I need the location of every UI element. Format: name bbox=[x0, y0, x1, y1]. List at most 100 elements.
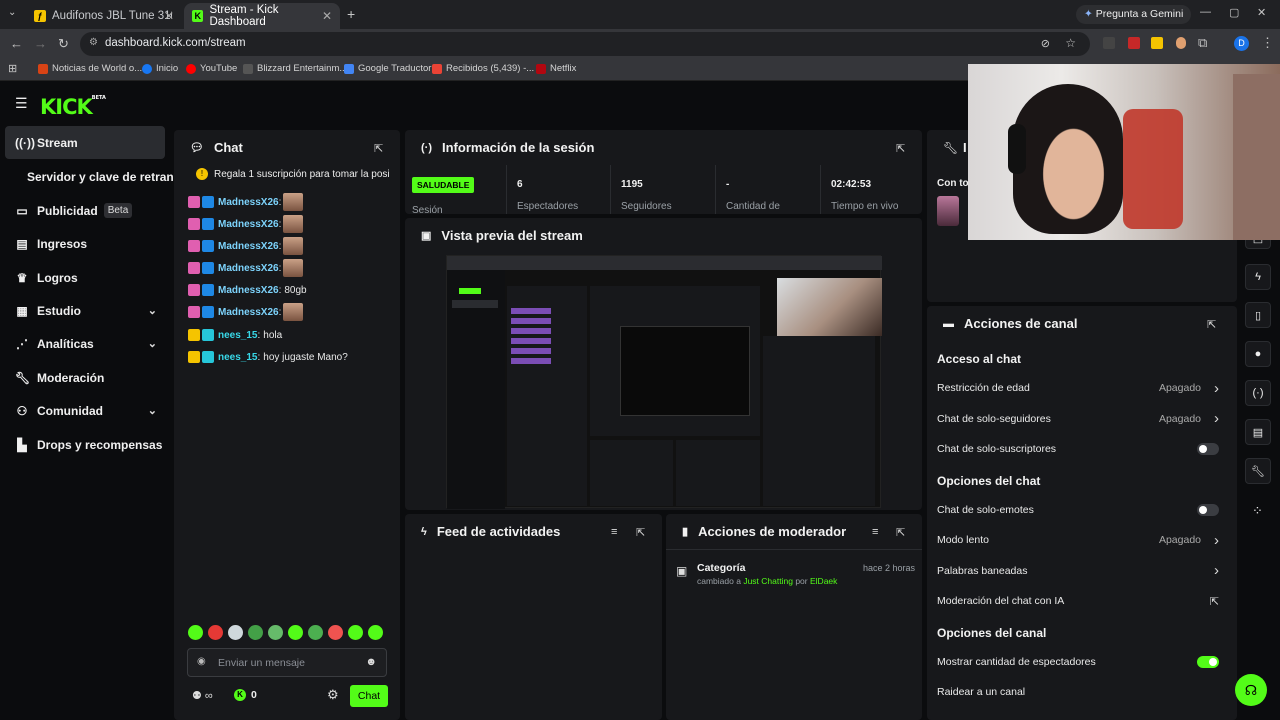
popout-icon[interactable]: ⇱ bbox=[1207, 318, 1216, 331]
toggle-switch[interactable] bbox=[1197, 503, 1219, 516]
emote-icon[interactable] bbox=[208, 625, 223, 640]
sidebar-item-moderacion[interactable]: 🔧︎ Moderación bbox=[5, 361, 165, 394]
chat-username[interactable]: MadnessX26 bbox=[218, 219, 279, 230]
popout-icon[interactable]: ⇱ bbox=[896, 142, 905, 155]
close-window-icon[interactable]: ✕ bbox=[1257, 6, 1266, 19]
sidebar-item-drops[interactable]: ▙ Drops y recompensas bbox=[5, 428, 165, 461]
extension-icon[interactable] bbox=[1151, 37, 1163, 49]
kick-logo[interactable]: KICKBETA bbox=[40, 95, 106, 119]
tab-kick-dashboard[interactable]: K Stream - Kick Dashboard ✕ bbox=[184, 3, 340, 29]
emote-icon[interactable] bbox=[228, 625, 243, 640]
wrench-tool-icon[interactable]: 🔧︎ bbox=[1245, 458, 1271, 484]
star-icon[interactable]: ☆ bbox=[1065, 36, 1076, 50]
bookmark-item[interactable]: Netflix bbox=[536, 63, 576, 74]
apps-grid-icon[interactable]: ⊞ bbox=[8, 62, 17, 75]
popout-icon[interactable]: ⇱ bbox=[896, 526, 905, 539]
filter-icon[interactable]: ≡ bbox=[872, 526, 878, 538]
channel-setting-row[interactable]: Palabras baneadas › bbox=[937, 558, 1227, 584]
emote-icon[interactable] bbox=[283, 303, 304, 321]
support-chat-button[interactable]: ☊ bbox=[1235, 674, 1267, 706]
bookmark-item[interactable]: Noticias de World o... bbox=[38, 63, 142, 74]
chat-username[interactable]: nees_15 bbox=[218, 352, 257, 363]
chatters-icon[interactable]: ⚉ ∞ bbox=[192, 689, 213, 702]
sidebar-item-estudio[interactable]: ▦ Estudio ⌄ bbox=[5, 294, 165, 327]
sidebar-item-server-key[interactable]: Servidor y clave de retransm bbox=[5, 160, 191, 193]
stream-preview-video[interactable] bbox=[446, 255, 882, 509]
chat-username[interactable]: MadnessX26 bbox=[218, 197, 279, 208]
menu-dots-icon[interactable]: ⋮ bbox=[1261, 35, 1274, 51]
emote-icon[interactable] bbox=[283, 259, 304, 277]
gemini-button[interactable]: ✦ Pregunta a Gemini bbox=[1076, 5, 1192, 24]
channel-setting-row[interactable]: Restricción de edad Apagado › bbox=[937, 375, 1227, 401]
extension-icon[interactable] bbox=[1103, 37, 1115, 49]
channel-setting-row[interactable]: Mostrar cantidad de espectadores bbox=[937, 649, 1227, 675]
chat-tool-icon[interactable]: ● bbox=[1245, 341, 1271, 367]
url-input[interactable]: ⚙ dashboard.kick.com/stream ⊘ ☆ bbox=[80, 32, 1090, 56]
maximize-icon[interactable]: ▢ bbox=[1229, 6, 1239, 19]
channel-setting-row[interactable]: Modo lento Apagado › bbox=[937, 527, 1227, 553]
chat-username[interactable]: MadnessX26 bbox=[218, 263, 279, 274]
emote-icon[interactable] bbox=[328, 625, 343, 640]
sidebar-item-stream[interactable]: ((·)) Stream bbox=[5, 126, 165, 159]
emote-icon[interactable] bbox=[283, 215, 304, 233]
channel-setting-row[interactable]: Raidear a un canal bbox=[937, 679, 1227, 705]
chat-username[interactable]: MadnessX26 bbox=[218, 241, 279, 252]
emote-icon[interactable] bbox=[368, 625, 383, 640]
channel-setting-row[interactable]: Moderación del chat con IA ⇱ bbox=[937, 588, 1227, 614]
lightning-tool-icon[interactable]: ϟ bbox=[1245, 264, 1271, 290]
channel-setting-row[interactable]: Chat de solo-seguidores Apagado › bbox=[937, 406, 1227, 432]
toggle-switch[interactable] bbox=[1197, 443, 1219, 455]
emote-icon[interactable] bbox=[308, 625, 323, 640]
emote-icon[interactable] bbox=[283, 237, 304, 255]
channel-setting-row[interactable]: Chat de solo-suscriptores bbox=[937, 436, 1227, 462]
emote-icon[interactable] bbox=[348, 625, 363, 640]
forward-icon[interactable]: → bbox=[34, 36, 47, 51]
profile-avatar[interactable]: D bbox=[1234, 36, 1249, 51]
bookmark-item[interactable]: Inicio bbox=[142, 63, 178, 74]
sidebar-item-comunidad[interactable]: ⚇ Comunidad ⌄ bbox=[5, 394, 165, 427]
popout-icon[interactable]: ⇱ bbox=[636, 526, 645, 539]
chat-username[interactable]: MadnessX26 bbox=[218, 307, 279, 318]
chat-username[interactable]: MadnessX26 bbox=[218, 285, 279, 296]
emoji-icon[interactable]: ☻ bbox=[365, 656, 377, 668]
emote-icon[interactable] bbox=[188, 625, 203, 640]
document-tool-icon[interactable]: ▯ bbox=[1245, 302, 1271, 328]
broadcast-tool-icon[interactable]: (·) bbox=[1245, 380, 1271, 406]
sidebar-item-analiticas[interactable]: ⋰ Analíticas ⌄ bbox=[5, 327, 165, 360]
filter-icon[interactable]: ≡ bbox=[611, 526, 617, 538]
sidebar-item-publicidad[interactable]: ▭ Publicidad Beta bbox=[5, 194, 165, 227]
emote-icon[interactable] bbox=[288, 625, 303, 640]
puzzle-icon[interactable]: ⧉ bbox=[1198, 35, 1207, 51]
sidebar-item-logros[interactable]: ♛ Logros bbox=[5, 261, 165, 294]
emote-icon[interactable] bbox=[248, 625, 263, 640]
bookmark-item[interactable]: YouTube bbox=[186, 63, 237, 74]
chat-settings-icon[interactable]: ⚙ bbox=[327, 687, 339, 703]
extension-icon[interactable] bbox=[1128, 37, 1140, 49]
hamburger-menu-icon[interactable]: ☰ bbox=[15, 95, 28, 112]
bookmark-item[interactable]: Recibidos (5,439) -... bbox=[432, 63, 534, 74]
close-icon[interactable]: ✕ bbox=[322, 9, 332, 23]
site-info-icon[interactable]: ⚙ bbox=[89, 37, 98, 48]
mod-action-user[interactable]: ElDaek bbox=[810, 576, 837, 586]
extension-icon[interactable] bbox=[1176, 37, 1186, 49]
eye-off-icon[interactable]: ⊘ bbox=[1041, 37, 1050, 50]
emote-icon[interactable] bbox=[268, 625, 283, 640]
category-thumbnail[interactable] bbox=[937, 196, 959, 226]
sidebar-item-ingresos[interactable]: ▤ Ingresos bbox=[5, 227, 165, 260]
channel-setting-row[interactable]: Chat de solo-emotes bbox=[937, 497, 1227, 523]
send-chat-button[interactable]: Chat bbox=[350, 685, 388, 707]
popout-icon[interactable]: ⇱ bbox=[374, 142, 383, 155]
tab-search-icon[interactable]: ⌄ bbox=[8, 7, 16, 18]
emote-icon[interactable] bbox=[283, 193, 304, 211]
chat-username[interactable]: nees_15 bbox=[218, 330, 257, 341]
reload-icon[interactable]: ↻ bbox=[58, 36, 69, 52]
mod-tool-icon[interactable]: ▤ bbox=[1245, 419, 1271, 445]
new-tab-icon[interactable]: + bbox=[347, 6, 355, 22]
pinned-gift-banner[interactable]: ! Regala 1 suscripción para tomar la pos… bbox=[196, 168, 396, 180]
back-icon[interactable]: ← bbox=[10, 36, 23, 51]
tab-jbl[interactable]: ƒ Audifonos JBL Tune 310c Pure ... ✕ bbox=[26, 3, 182, 29]
community-tool-icon[interactable]: ⁘ bbox=[1252, 503, 1263, 519]
close-icon[interactable]: ✕ bbox=[164, 9, 174, 23]
mod-action-category[interactable]: Just Chatting bbox=[743, 576, 793, 586]
toggle-switch[interactable] bbox=[1197, 655, 1219, 668]
